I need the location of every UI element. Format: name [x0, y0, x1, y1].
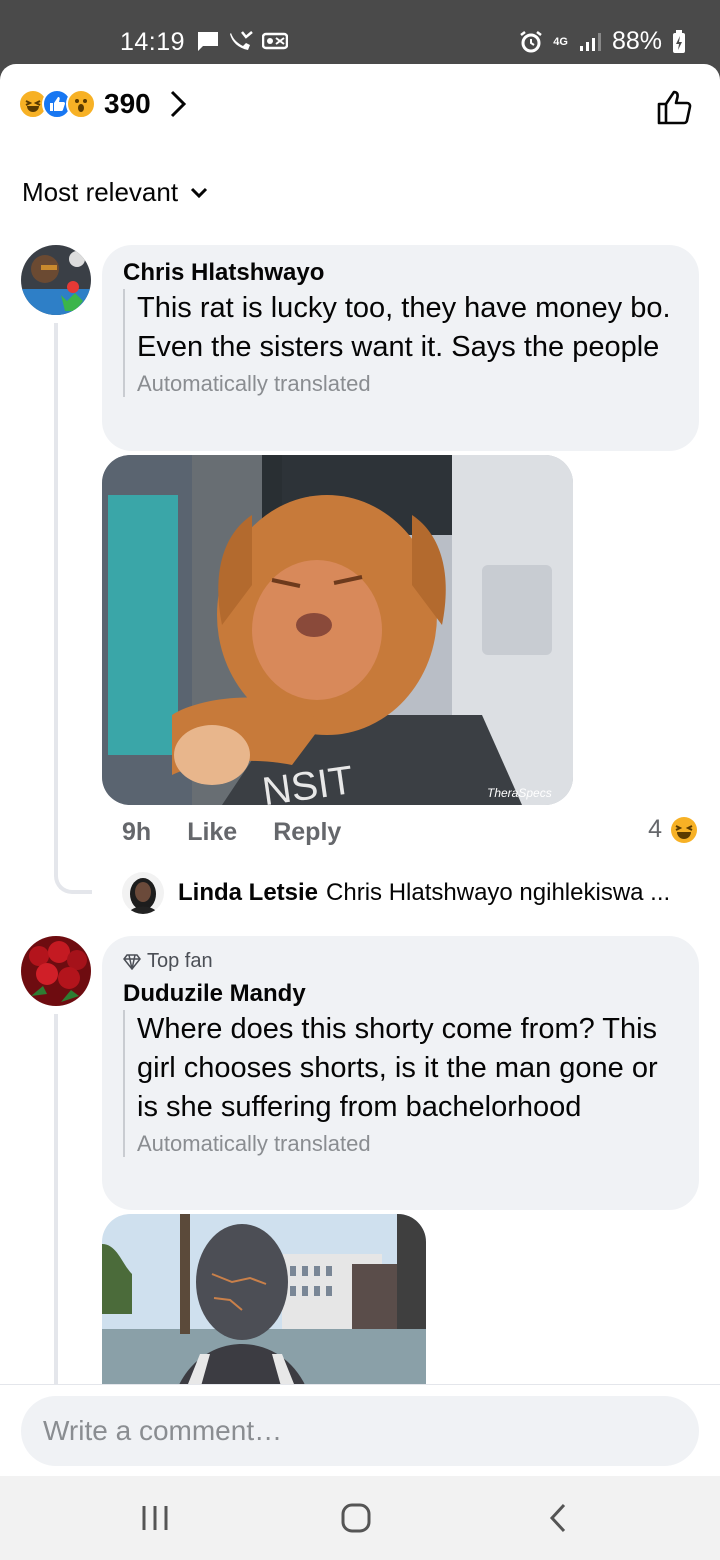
thread-elbow — [54, 824, 92, 894]
reply-button[interactable]: Reply — [273, 818, 341, 847]
like-outline-icon[interactable] — [656, 88, 694, 126]
comment-actions: 9h Like Reply — [122, 818, 377, 847]
comment-reaction-count: 4 — [648, 815, 662, 843]
recents-icon[interactable] — [140, 1502, 170, 1534]
translation-label[interactable]: Automatically translated — [137, 1131, 683, 1157]
reply-author[interactable]: Linda Letsie — [178, 879, 318, 907]
signal-icon — [579, 32, 601, 51]
vr-icon — [262, 32, 288, 50]
top-fan-label: Top fan — [147, 950, 213, 972]
status-time: 14:19 — [120, 28, 186, 56]
battery-percent: 88% — [611, 27, 662, 55]
reaction-count: 390 — [104, 88, 151, 119]
reactions-summary[interactable]: 390 — [18, 88, 187, 120]
wow-reaction-icon — [66, 89, 96, 119]
comment-input[interactable] — [21, 1396, 699, 1466]
comment-image[interactable]: NSIT TheraSpecs — [102, 455, 573, 805]
comment-author[interactable]: Chris Hlatshwayo — [123, 259, 324, 287]
comment-text: Where does this shorty come from? This g… — [137, 1013, 658, 1123]
comment-reactions[interactable]: 4 — [648, 815, 698, 844]
chevron-down-icon — [191, 187, 208, 198]
top-fan-badge: Top fan — [123, 950, 213, 973]
alarm-icon — [520, 30, 543, 52]
system-navigation-bar — [0, 1476, 720, 1560]
thread-line — [54, 1014, 58, 1414]
avatar[interactable] — [21, 936, 91, 1006]
image-watermark: TheraSpecs — [487, 786, 552, 800]
home-icon[interactable] — [340, 1502, 372, 1534]
status-notification-icons — [196, 30, 288, 52]
avatar[interactable] — [21, 245, 91, 315]
haha-reaction-icon — [671, 816, 697, 843]
comment-image[interactable] — [102, 1214, 426, 1404]
sort-dropdown[interactable]: Most relevant — [22, 177, 208, 208]
message-icon — [198, 32, 218, 51]
network-type: 4G — [553, 35, 568, 48]
status-bar: 14:19 4G 88% — [0, 0, 720, 64]
avatar[interactable] — [122, 872, 164, 914]
sort-label: Most relevant — [22, 177, 179, 207]
battery-icon — [673, 29, 685, 53]
translation-label[interactable]: Automatically translated — [137, 371, 683, 397]
comment-text: This rat is lucky too, they have money b… — [137, 292, 671, 363]
comment-author[interactable]: Duduzile Mandy — [123, 980, 306, 1008]
reply-preview[interactable]: Linda Letsie Chris Hlatshwayo ngihlekisw… — [122, 872, 670, 914]
comment-bubble[interactable]: Chris Hlatshwayo This rat is lucky too, … — [102, 245, 699, 451]
comments-sheet: 390 Most relevant Chris Hlatshwayo This … — [0, 64, 720, 1476]
status-system-icons: 4G 88% — [519, 27, 686, 56]
thread-line — [54, 323, 58, 875]
chevron-right-icon — [170, 90, 186, 118]
missed-call-icon — [230, 31, 253, 50]
like-button[interactable]: Like — [187, 818, 237, 847]
comment-composer — [0, 1384, 720, 1476]
back-icon[interactable] — [546, 1502, 570, 1534]
comment-bubble[interactable]: Top fan Duduzile Mandy Where does this s… — [102, 936, 699, 1210]
comment-body: Where does this shorty come from? This g… — [123, 1010, 683, 1157]
comment-body: This rat is lucky too, they have money b… — [123, 289, 683, 397]
reply-text: Chris Hlatshwayo ngihlekiswa ... — [326, 879, 671, 906]
comment-time[interactable]: 9h — [122, 818, 151, 847]
diamond-icon — [123, 953, 141, 970]
